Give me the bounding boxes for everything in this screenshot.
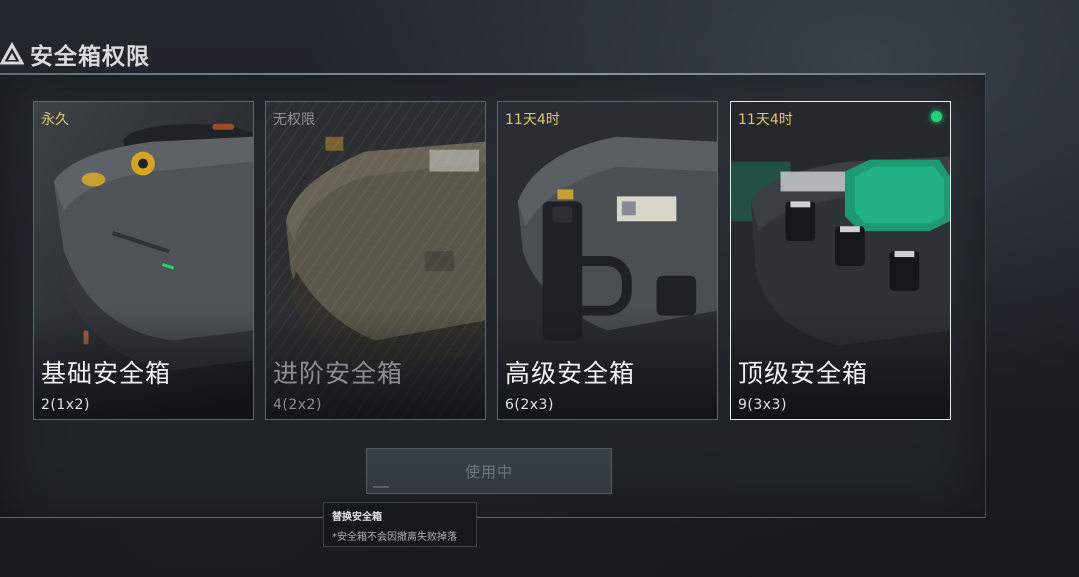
safe-box-card-basic[interactable]: 永久 基础安全箱 2(1x2) <box>33 101 254 420</box>
card-capacity: 2(1x2) <box>41 397 90 413</box>
card-tag: 11天4时 <box>738 112 793 128</box>
safe-box-card-advanced[interactable]: 无权限 进阶安全箱 4(2x2) <box>265 101 486 420</box>
card-name: 基础安全箱 <box>41 359 172 388</box>
card-capacity: 9(3x3) <box>738 397 787 413</box>
safe-box-card-high[interactable]: 11天4时 高级安全箱 6(2x3) <box>497 101 718 420</box>
triangle-logo-icon <box>0 42 24 65</box>
card-tag: 11天4时 <box>505 112 560 128</box>
active-indicator-icon <box>931 111 942 122</box>
card-capacity: 6(2x3) <box>505 397 554 413</box>
button-bar-icon <box>373 486 389 488</box>
card-tag: 永久 <box>41 112 69 128</box>
page-title: 安全箱权限 <box>30 44 150 70</box>
card-name: 顶级安全箱 <box>738 359 869 388</box>
safe-box-card-top[interactable]: 11天4时 顶级安全箱 9(3x3) <box>730 101 951 420</box>
card-tag: 无权限 <box>273 112 315 128</box>
page-header: 安全箱权限 <box>0 36 150 72</box>
tooltip-title: 替换安全箱 <box>332 512 382 523</box>
replace-tooltip: 替换安全箱 *安全箱不会因撤离失败掉落 <box>323 502 477 547</box>
card-name: 高级安全箱 <box>505 359 636 388</box>
in-use-label: 使用中 <box>464 462 513 481</box>
card-capacity: 4(2x2) <box>273 397 322 413</box>
tooltip-note: *安全箱不会因撤离失败掉落 <box>332 532 457 543</box>
in-use-button[interactable]: 使用中 <box>366 448 612 494</box>
card-name: 进阶安全箱 <box>273 359 404 388</box>
